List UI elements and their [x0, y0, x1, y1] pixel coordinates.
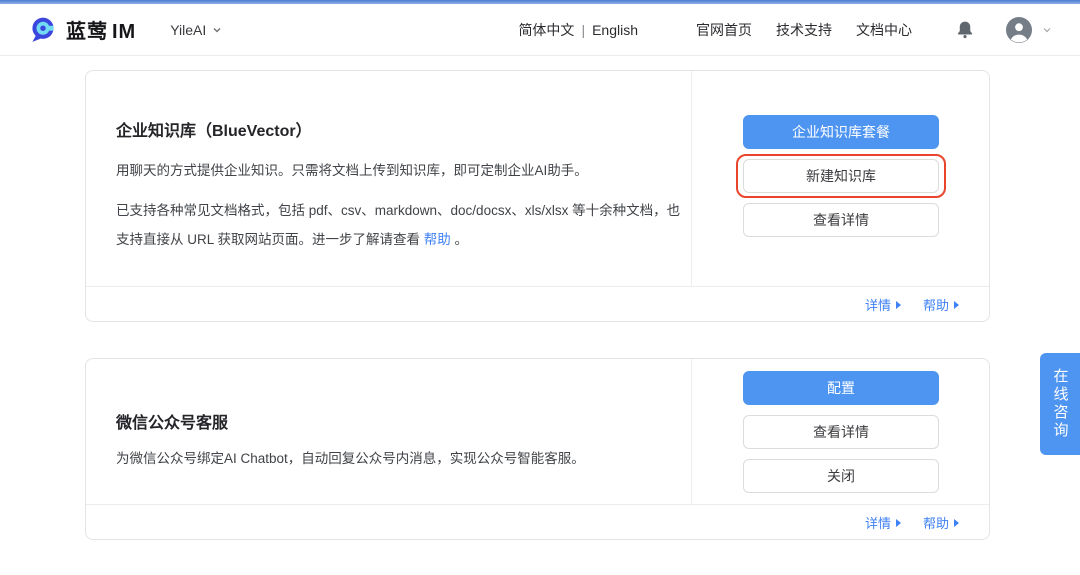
help-footer-link[interactable]: 帮助 [923, 513, 959, 532]
wechat-service-card: 微信公众号客服 为微信公众号绑定AI Chatbot，自动回复公众号内消息，实现… [85, 358, 990, 540]
card-footer: 详情 帮助 [86, 286, 989, 322]
lanying-logo-icon [28, 15, 58, 45]
header-nav: 官网首页 技术支持 文档中心 [696, 20, 912, 40]
help-footer-link[interactable]: 帮助 [923, 295, 959, 314]
wechat-view-detail-button[interactable]: 查看详情 [743, 415, 939, 449]
lang-zh-link[interactable]: 简体中文 [518, 20, 574, 40]
nav-item-docs[interactable]: 文档中心 [856, 20, 912, 40]
detail-footer-link[interactable]: 详情 [865, 513, 901, 532]
help-inline-link[interactable]: 帮助 [424, 232, 451, 247]
bell-icon [957, 21, 973, 38]
notification-bell-button[interactable] [954, 19, 976, 41]
card-divider [691, 71, 692, 286]
wechat-close-button[interactable]: 关闭 [743, 459, 939, 493]
brand-name-cn: 蓝莺 [66, 21, 108, 43]
card-description: 用聊天的方式提供企业知识。只需将文档上传到知识库，即可定制企业AI助手。 [116, 163, 588, 178]
nav-item-support[interactable]: 技术支持 [776, 20, 832, 40]
nav-item-home[interactable]: 官网首页 [696, 20, 752, 40]
card-footer: 详情 帮助 [86, 504, 989, 540]
new-kb-button[interactable]: 新建知识库 [743, 159, 939, 193]
wechat-config-button[interactable]: 配置 [743, 371, 939, 405]
arrow-right-icon [895, 519, 901, 527]
card-divider [691, 359, 692, 504]
kb-plan-button[interactable]: 企业知识库套餐 [743, 115, 939, 149]
online-consult-tab[interactable]: 在线咨询 [1040, 353, 1080, 455]
language-switcher: 简体中文 | English [518, 20, 638, 40]
knowledge-base-card: 企业知识库（BlueVector） 用聊天的方式提供企业知识。只需将文档上传到知… [85, 70, 990, 322]
header-right: 简体中文 | English 官网首页 技术支持 文档中心 [518, 16, 1052, 43]
kb-view-detail-button[interactable]: 查看详情 [743, 203, 939, 237]
header: 蓝莺 IM YileAI 简体中文 | English 官网首页 技术支持 文档… [0, 4, 1080, 56]
card-description-formats: 已支持各种常见文档格式，包括 pdf、csv、markdown、doc/docs… [116, 203, 681, 247]
arrow-right-icon [895, 301, 901, 309]
card-title: 企业知识库（BlueVector） [116, 123, 312, 140]
avatar-icon [1006, 16, 1032, 43]
lang-divider: | [581, 21, 586, 38]
arrow-right-icon [954, 301, 959, 309]
brand[interactable]: 蓝莺 IM [28, 15, 136, 45]
lang-en-link[interactable]: English [592, 22, 638, 38]
arrow-right-icon [954, 519, 959, 527]
card-title: 微信公众号客服 [116, 415, 229, 432]
workspace-switcher[interactable]: YileAI [170, 22, 222, 38]
chevron-down-icon [1043, 27, 1051, 32]
brand-name-im: IM [111, 21, 137, 44]
chevron-down-icon [213, 27, 221, 32]
detail-footer-link[interactable]: 详情 [865, 295, 901, 314]
brand-name: 蓝莺 IM [66, 15, 136, 44]
user-menu[interactable] [1006, 16, 1052, 43]
card-description: 为微信公众号绑定AI Chatbot，自动回复公众号内消息，实现公众号智能客服。 [116, 451, 585, 466]
workspace-label: YileAI [170, 21, 207, 38]
